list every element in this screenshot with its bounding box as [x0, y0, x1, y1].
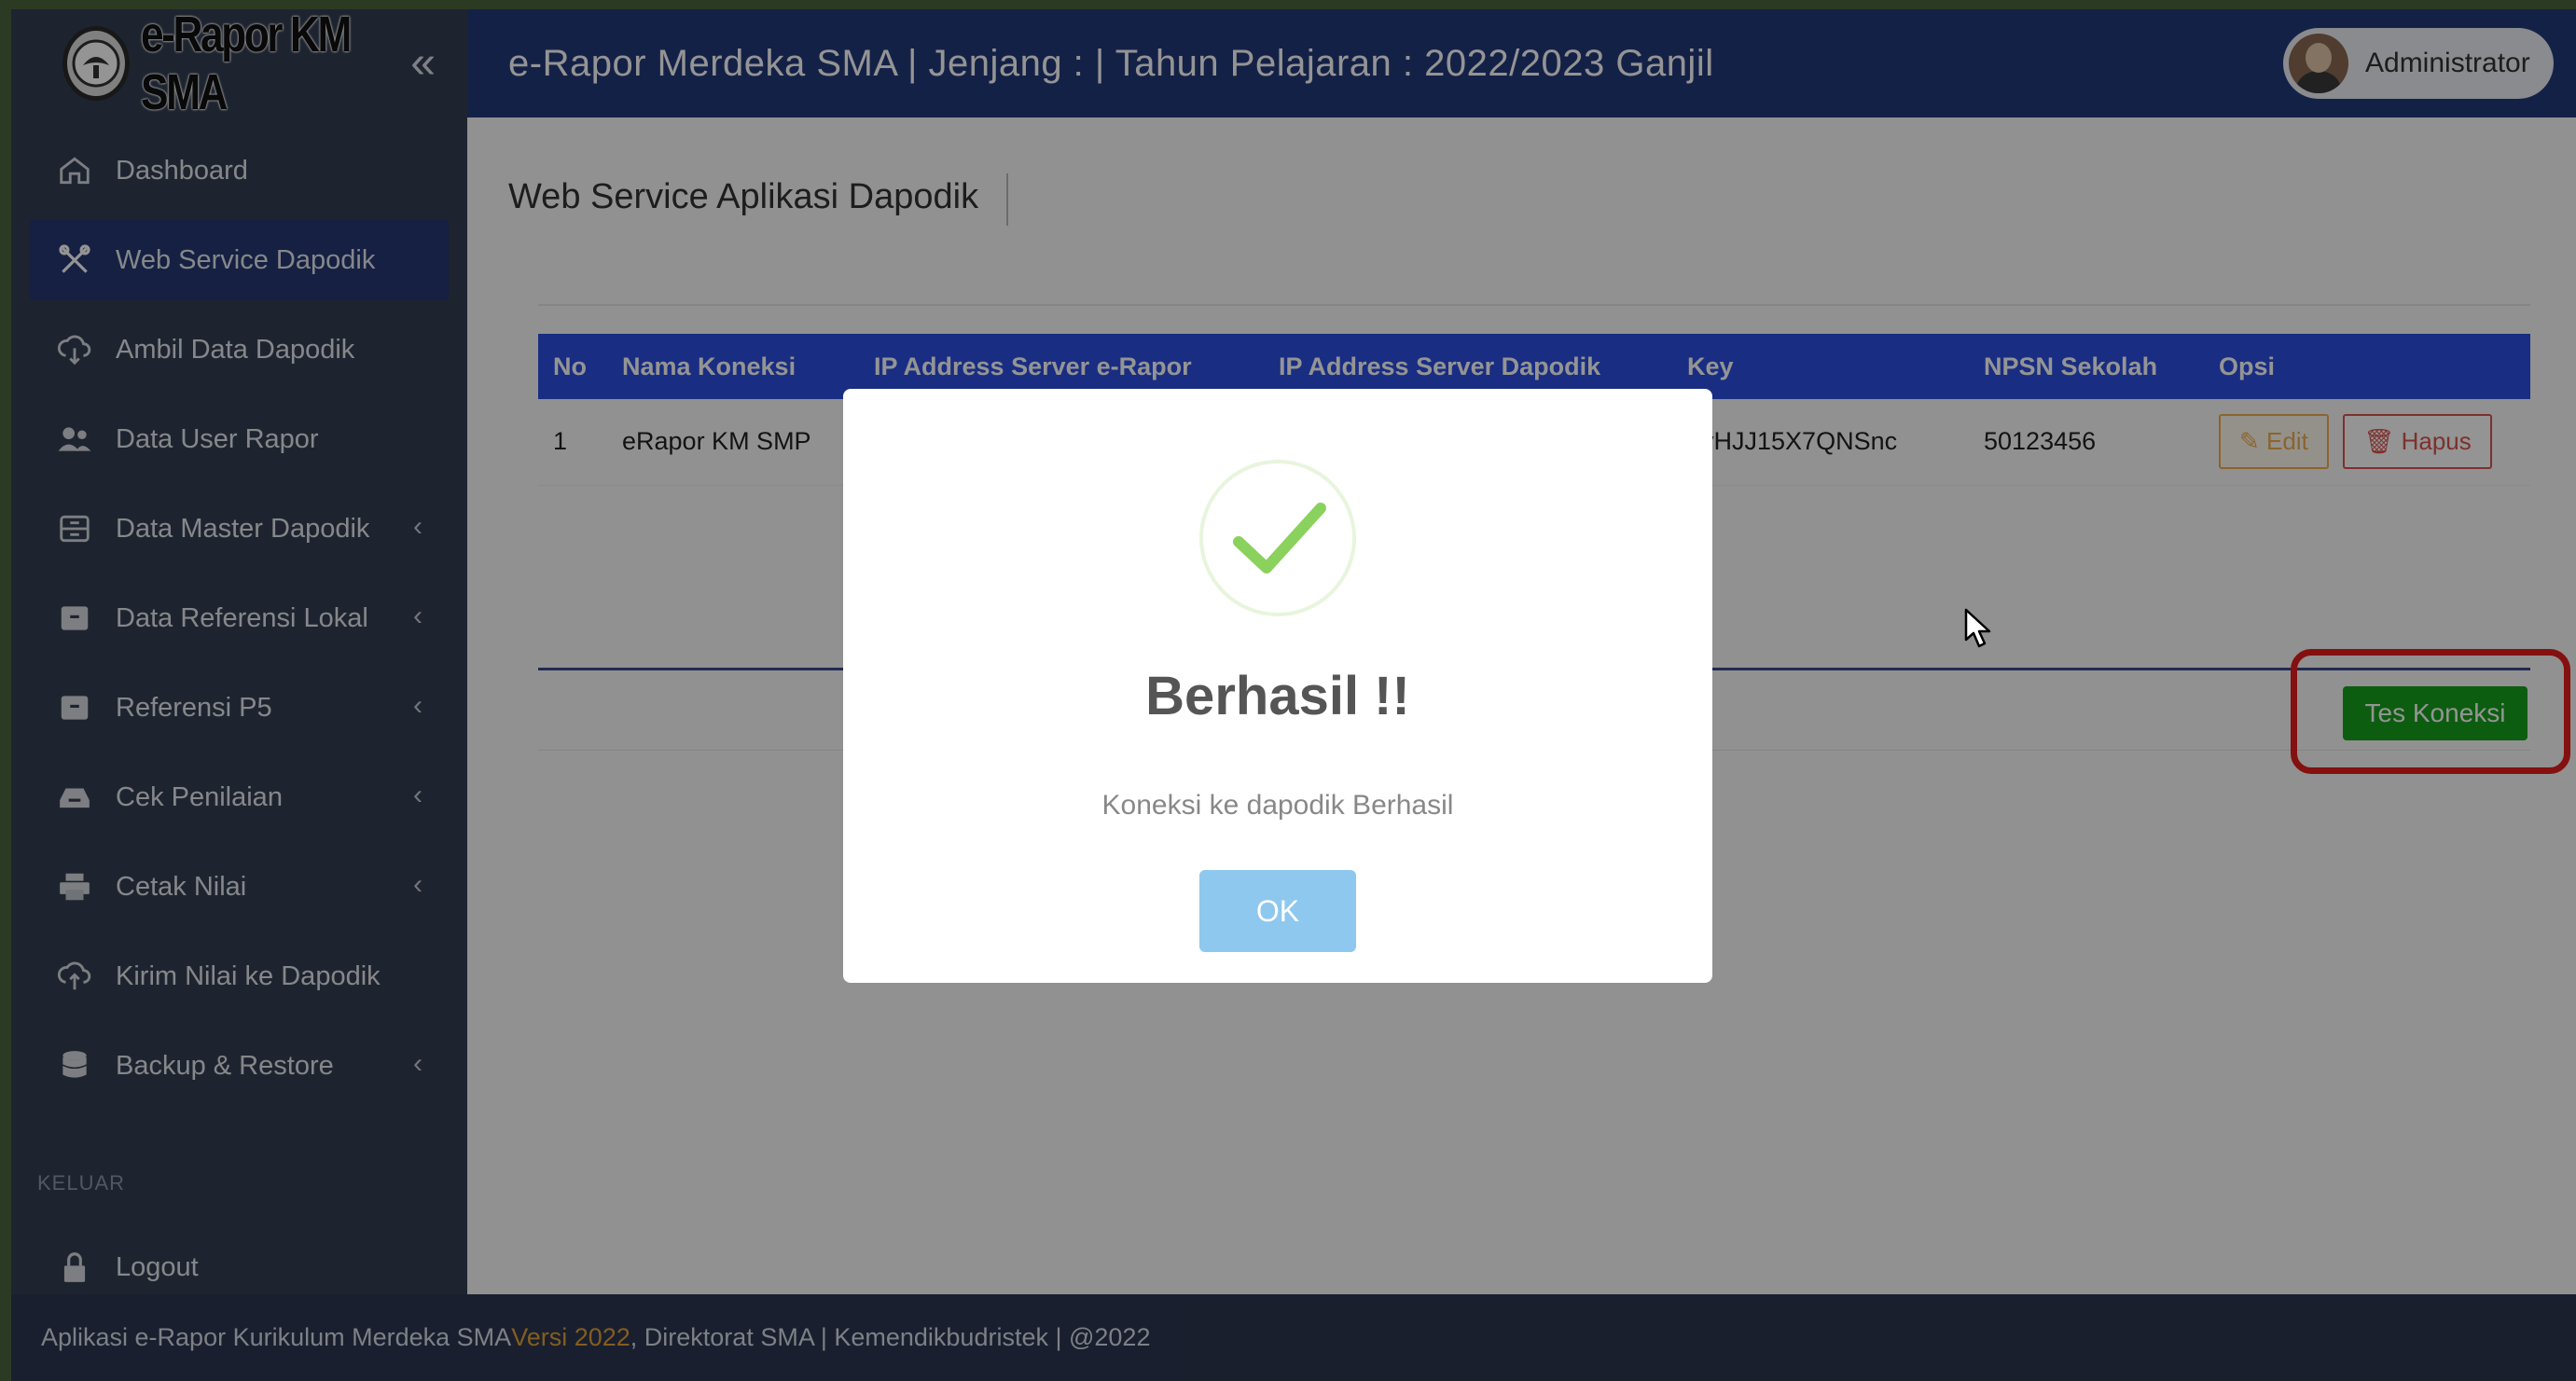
checkmark-icon [1199, 460, 1356, 616]
dialog-title: Berhasil !! [1145, 666, 1410, 726]
ok-button[interactable]: OK [1199, 870, 1356, 952]
app-window: e-Rapor KM SMA « Dashboard Web Service D… [11, 9, 2576, 1381]
dialog-message: Koneksi ke dapodik Berhasil [1101, 790, 1454, 821]
mouse-cursor-icon [1964, 608, 1991, 648]
success-dialog: Berhasil !! Koneksi ke dapodik Berhasil … [843, 389, 1712, 983]
